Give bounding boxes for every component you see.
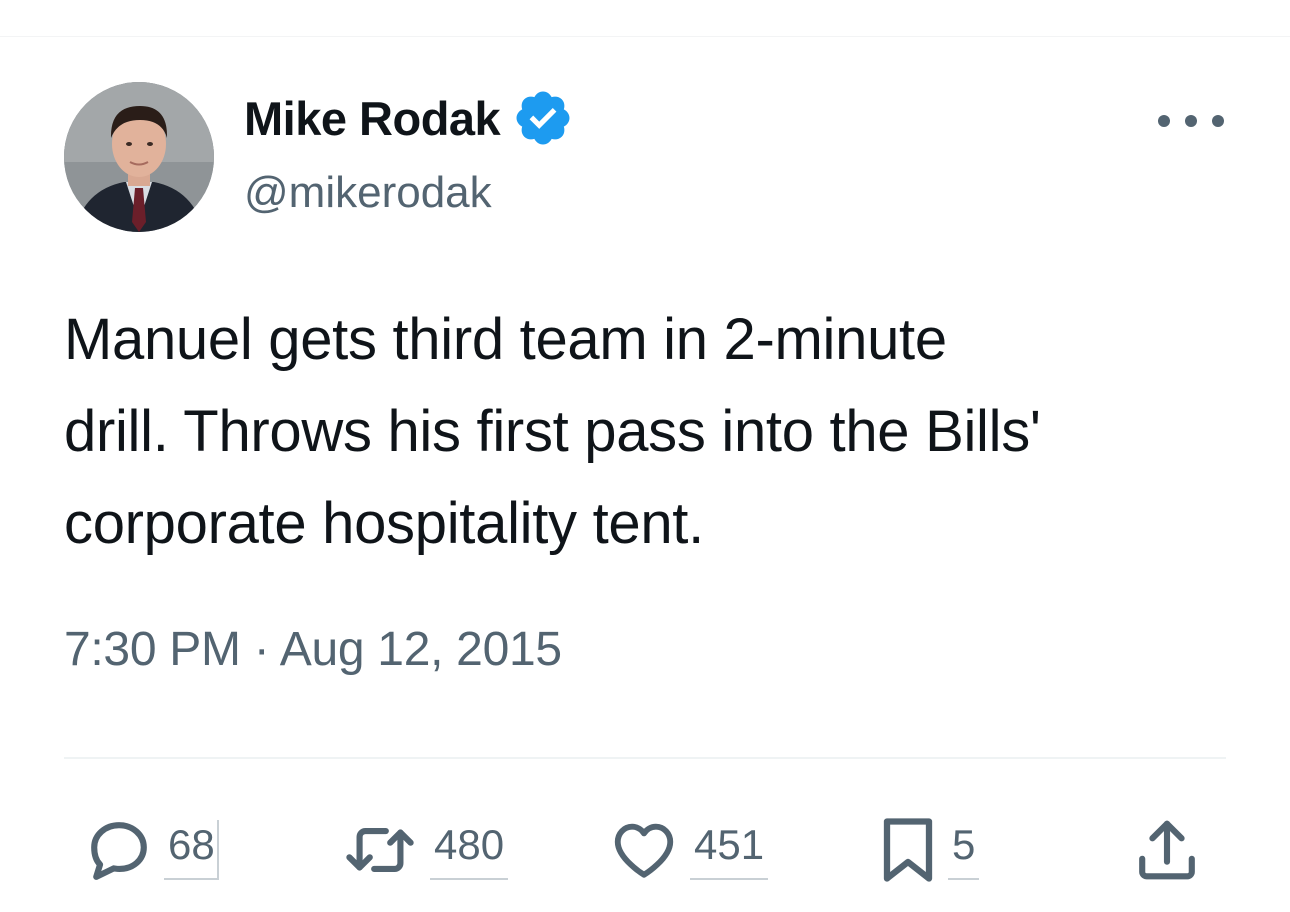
- more-icon[interactable]: [1158, 104, 1224, 138]
- heart-icon: [614, 823, 674, 878]
- share-button[interactable]: [1132, 812, 1202, 888]
- actions-divider: [64, 757, 1226, 759]
- like-count: 451: [690, 820, 769, 880]
- avatar-photo: [64, 82, 214, 232]
- reply-icon: [91, 822, 147, 880]
- repost-button[interactable]: 480: [340, 812, 509, 888]
- bookmark-icon: [883, 818, 933, 882]
- more-dot: [1212, 115, 1224, 127]
- avatar[interactable]: [64, 82, 214, 232]
- tweet-text: Manuel gets third team in 2-minute drill…: [64, 307, 1041, 556]
- top-divider: [0, 36, 1290, 37]
- reply-button[interactable]: 68: [84, 812, 219, 888]
- repost-icon: [346, 827, 414, 873]
- more-dot: [1185, 115, 1197, 127]
- handle[interactable]: @mikerodak: [244, 168, 492, 218]
- bookmark-button[interactable]: 5: [878, 812, 980, 888]
- share-icon: [1139, 820, 1195, 880]
- reply-count: 68: [164, 820, 219, 880]
- repost-count: 480: [430, 820, 509, 880]
- display-name[interactable]: Mike Rodak: [244, 88, 574, 148]
- bookmark-count: 5: [948, 820, 980, 880]
- display-name-text: Mike Rodak: [244, 91, 501, 145]
- timestamp[interactable]: 7:30 PM · Aug 12, 2015: [64, 622, 562, 677]
- verified-badge-icon[interactable]: [512, 87, 574, 149]
- like-button[interactable]: 451: [608, 812, 769, 888]
- more-dot: [1158, 115, 1170, 127]
